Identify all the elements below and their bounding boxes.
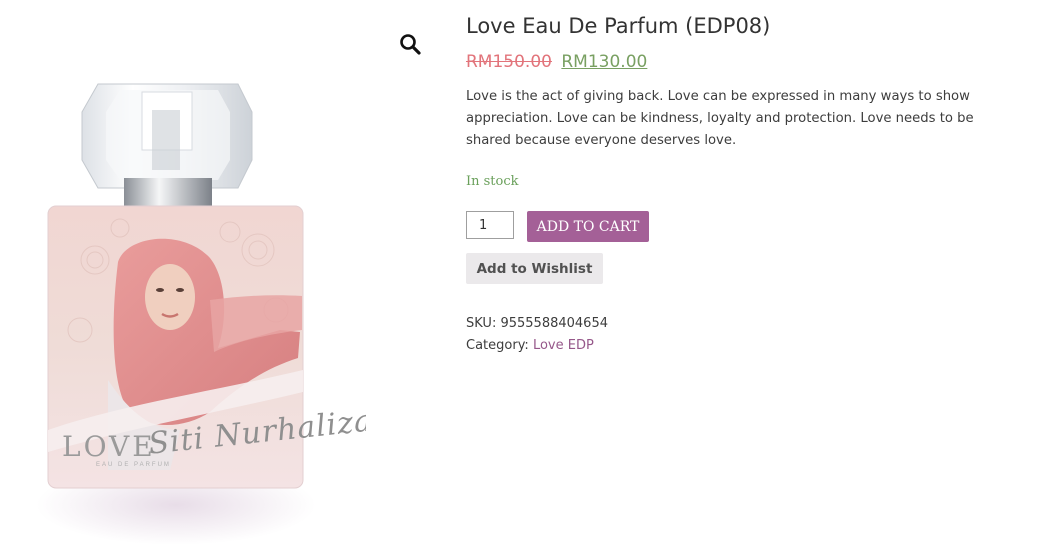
bottle-brand-text: LOVE [62,430,156,463]
stock-status: In stock [466,174,519,189]
product-price: RM150.00 RM130.00 [466,52,647,72]
product-gallery: LOVE EAU DE PARFUM Siti Nurhaliza [0,0,366,550]
product-title: Love Eau De Parfum (EDP08) [466,14,771,38]
category-row: Category: Love EDP [466,335,608,357]
product-meta: SKU: 9555588404654 Category: Love EDP [466,313,608,357]
gallery-zoom-button[interactable] [398,32,424,58]
quantity-input[interactable] [466,211,514,239]
search-icon [400,34,421,55]
category-label: Category: [466,338,529,353]
product-photo[interactable] [0,0,366,550]
category-link[interactable]: Love EDP [533,338,594,353]
sku-value: 9555588404654 [500,316,608,331]
regular-price: RM150.00 [466,52,552,72]
add-to-cart-button[interactable]: ADD TO CART [527,211,649,242]
sale-price: RM130.00 [561,52,648,72]
bottle-subtext: EAU DE PARFUM [96,462,171,468]
product-description: Love is the act of giving back. Love can… [466,89,974,148]
sku-label: SKU: [466,316,497,331]
sku-row: SKU: 9555588404654 [466,313,608,335]
add-to-wishlist-button[interactable]: Add to Wishlist [466,253,603,284]
